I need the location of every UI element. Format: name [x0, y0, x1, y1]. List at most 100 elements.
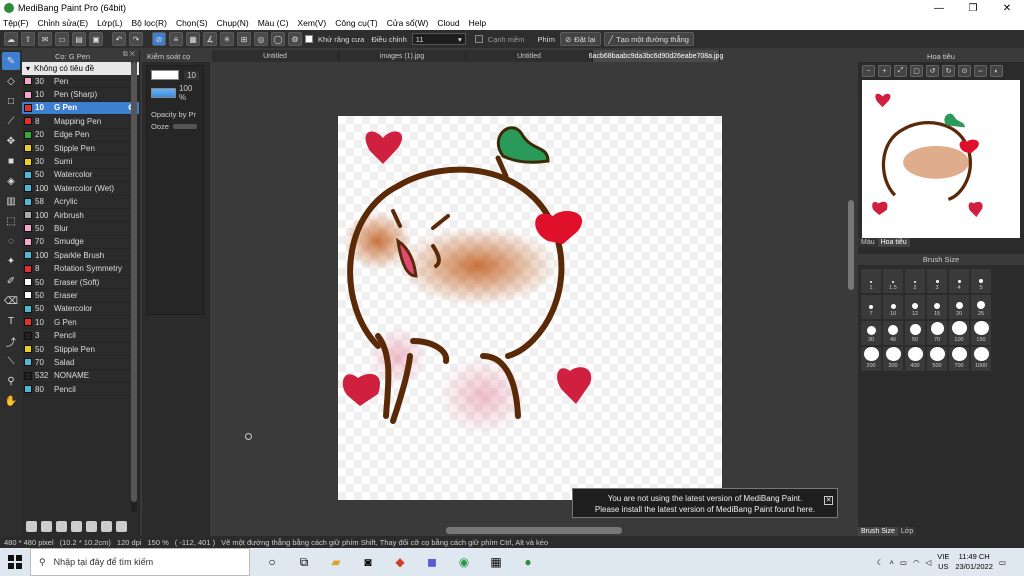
medibang-icon[interactable]: ● — [514, 550, 542, 574]
rect-tool-icon[interactable]: □ — [2, 92, 20, 110]
undo-icon[interactable]: ↶ — [112, 32, 126, 46]
brush-group-header[interactable]: ▾ Không có tiêu đề — [22, 62, 139, 75]
zoom-in-icon[interactable]: + — [878, 65, 891, 77]
navigator-preview[interactable] — [862, 80, 1020, 238]
brush-size-preset[interactable]: 150 — [970, 320, 992, 346]
brush-size-preset[interactable]: 700 — [948, 346, 970, 372]
tray-chevron-icon[interactable]: ˄ — [889, 558, 893, 567]
brush-item[interactable]: 8 Mapping Pen — [22, 115, 139, 129]
layout-icon[interactable]: ▤ — [72, 32, 86, 46]
fit-icon[interactable]: ⤢ — [894, 65, 907, 77]
bucket-tool-icon[interactable]: ◈ — [2, 172, 20, 190]
maximize-button[interactable]: ❐ — [956, 0, 990, 16]
perspective-snap-icon[interactable]: ∡ — [203, 32, 217, 46]
brush-size-preset[interactable]: 25 — [970, 294, 992, 320]
redo-icon[interactable]: ↷ — [129, 32, 143, 46]
brush-item[interactable]: 8 Rotation Symmetry — [22, 262, 139, 276]
cross-snap-icon[interactable]: ⊞ — [237, 32, 251, 46]
chat-icon[interactable]: ▭ — [55, 32, 69, 46]
menu-window[interactable]: Cửa sổ(W) — [387, 18, 429, 28]
brush-item[interactable]: 50 Watercolor — [22, 169, 139, 183]
update-notice[interactable]: You are not using the latest version of … — [572, 488, 838, 518]
tab-navigator[interactable]: Hoa tiêu — [877, 238, 910, 247]
brush-item[interactable]: 70 Salad — [22, 356, 139, 370]
brush-item[interactable]: 50 Eraser (Soft) — [22, 276, 139, 290]
tab-images-jpg[interactable]: images (1).jpg — [339, 50, 466, 62]
folder-icon[interactable] — [86, 520, 97, 532]
brush-size-preset[interactable]: 500 — [926, 346, 948, 372]
ooze-slider[interactable] — [172, 124, 197, 129]
camera-icon[interactable]: ◙ — [354, 550, 382, 574]
text-tool-icon[interactable]: T — [2, 312, 20, 330]
scroll-thumb[interactable] — [131, 62, 137, 502]
brush-size-preset[interactable]: 15 — [926, 294, 948, 320]
move-tool-icon[interactable]: ✥ — [2, 132, 20, 150]
brush-size-preset[interactable]: 1.5 — [882, 268, 904, 294]
clock[interactable]: 11:49 CH 23/01/2022 — [955, 552, 993, 572]
cloud-icon[interactable]: ☁ — [4, 32, 18, 46]
close-notice-icon[interactable]: ✕ — [824, 496, 833, 505]
brush-tool-icon[interactable]: ⟋ — [2, 112, 20, 130]
select-tool-icon[interactable]: ⬚ — [2, 212, 20, 230]
opacity-pressure-label[interactable]: Opacity by Pr — [151, 110, 199, 119]
duplicate-icon[interactable] — [101, 520, 112, 532]
rotate-right-icon[interactable]: ↻ — [942, 65, 955, 77]
brush-size-preset[interactable]: 7 — [860, 294, 882, 320]
eraser-tool-icon[interactable]: ◇ — [2, 72, 20, 90]
menu-layer[interactable]: Lớp(L) — [97, 18, 122, 28]
gradient-tool-icon[interactable]: ▥ — [2, 192, 20, 210]
taskbar-search[interactable]: ⚲ Nhập tại đây để tìm kiếm — [30, 548, 250, 576]
brush-list-scrollbar[interactable] — [131, 62, 137, 512]
divide-tool-icon[interactable]: ⟍ — [2, 352, 20, 370]
opacity-slider[interactable] — [151, 88, 176, 98]
tab-untitled-1[interactable]: Untitled — [212, 50, 339, 62]
menu-filter[interactable]: Bộ lọc(R) — [132, 18, 167, 28]
brush-size-preset[interactable]: 20 — [948, 294, 970, 320]
menu-view[interactable]: Xem(V) — [297, 18, 326, 28]
size-slider[interactable] — [151, 70, 179, 80]
gray-icon[interactable]: ◐ — [990, 65, 1003, 77]
network-icon[interactable]: ▭ — [900, 558, 907, 567]
brush-item[interactable]: 70 Smudge — [22, 236, 139, 250]
hand-tool-icon[interactable]: ✋ — [2, 392, 20, 410]
menu-edit[interactable]: Chỉnh sửa(E) — [38, 18, 89, 28]
language-indicator[interactable]: VIE US — [937, 552, 949, 572]
curve-snap-icon[interactable]: ◯ — [271, 32, 285, 46]
brush-item[interactable]: 20 Edge Pen — [22, 129, 139, 142]
brush-item[interactable]: 3 Pencil — [22, 329, 139, 343]
brush-size-preset[interactable]: 100 — [948, 320, 970, 346]
tab-untitled-2[interactable]: Untitled — [466, 50, 593, 62]
magic-wand-tool-icon[interactable]: ✦ — [2, 252, 20, 270]
brush-item[interactable]: 50 Stipple Pen — [22, 142, 139, 156]
tab-active-jpg[interactable]: 6acb68baabc9da3bc6d90d26eabe708a.jpg — [589, 50, 723, 62]
brush-settings-icon[interactable] — [56, 520, 67, 532]
brush-item[interactable]: 50 Blur — [22, 222, 139, 236]
brush-size-preset[interactable]: 50 — [904, 320, 926, 346]
straight-line-button[interactable]: ╱ Tạo một đường thẳng — [603, 32, 694, 46]
weather-icon[interactable]: ☾ — [877, 558, 884, 567]
eyedropper-tool-icon[interactable]: ⚲ — [2, 372, 20, 390]
calculator-icon[interactable]: ▦ — [482, 550, 510, 574]
file-explorer-icon[interactable]: ▰ — [322, 550, 350, 574]
brush-size-preset[interactable]: 4 — [948, 268, 970, 294]
brush-item[interactable]: 50 Watercolor — [22, 303, 139, 317]
cortana-icon[interactable]: ○ — [258, 550, 286, 574]
grid-snap-icon[interactable]: ▦ — [186, 32, 200, 46]
volume-icon[interactable]: ◁ — [925, 558, 931, 567]
panel-menu-icon[interactable]: ⧉ ✕ — [123, 51, 135, 59]
office-icon[interactable]: ◆ — [386, 550, 414, 574]
brush-item[interactable]: 80 Pencil — [22, 383, 139, 397]
menu-cloud[interactable]: Cloud — [437, 18, 459, 28]
brush-item[interactable]: 30 Pen — [22, 75, 139, 89]
brush-item[interactable]: 10G Pen⚙ — [22, 101, 139, 116]
brush-size-preset[interactable]: 70 — [926, 320, 948, 346]
brush-size-preset[interactable]: 300 — [882, 346, 904, 372]
brush-size-preset[interactable]: 5 — [970, 268, 992, 294]
wifi-icon[interactable]: ◠ — [913, 558, 920, 567]
brush-item[interactable]: 10 G Pen — [22, 316, 139, 330]
reset-button[interactable]: ⊘ Đặt lại — [559, 32, 601, 46]
brush-item[interactable]: 30 Sumi — [22, 155, 139, 169]
brush-item[interactable]: 100 Sparkle Brush — [22, 249, 139, 263]
notification-icon[interactable]: ▭ — [999, 558, 1006, 567]
fill-shape-tool-icon[interactable]: ■ — [2, 152, 20, 170]
